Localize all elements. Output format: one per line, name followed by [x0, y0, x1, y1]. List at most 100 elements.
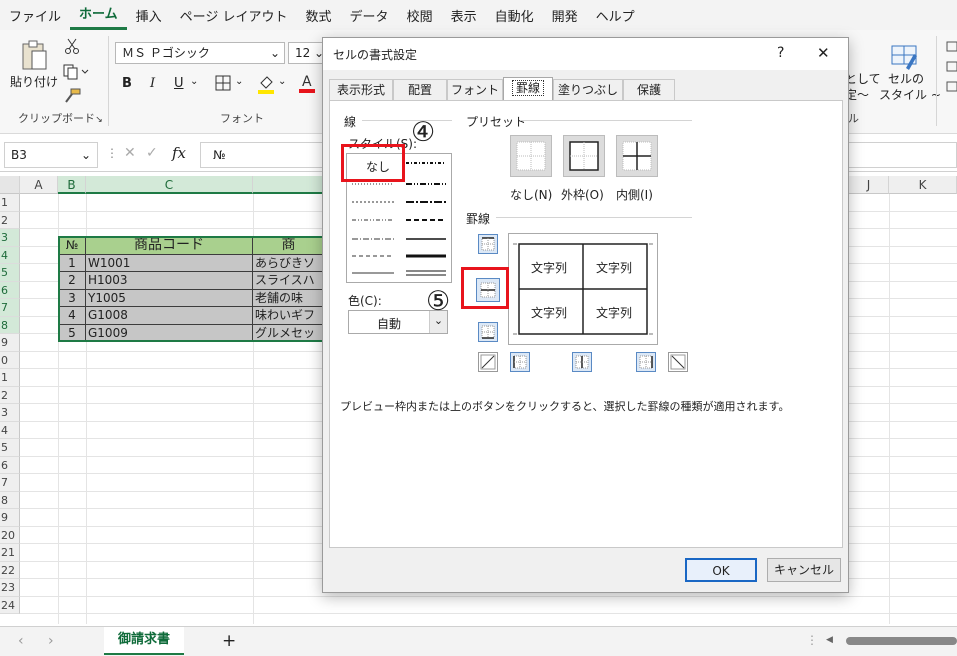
row-header[interactable]: 8	[0, 316, 20, 334]
menu-developer[interactable]: 開発	[543, 6, 587, 25]
row-header[interactable]: 23	[0, 579, 20, 597]
sheet-tab-active[interactable]: 御請求書	[104, 627, 184, 655]
tab-fill[interactable]: 塗りつぶし	[553, 79, 623, 101]
scroll-left-icon[interactable]: ◀	[826, 635, 833, 645]
menu-view[interactable]: 表示	[442, 6, 486, 25]
cell-styles-button[interactable]: セルの	[888, 70, 924, 87]
row-header[interactable]: 22	[0, 561, 20, 579]
menu-insert[interactable]: 挿入	[127, 6, 171, 25]
column-header-a[interactable]: A	[20, 176, 58, 194]
row-header[interactable]: 9	[0, 509, 20, 527]
font-color-icon[interactable]: A	[298, 72, 316, 94]
paste-button[interactable]: 貼り付け	[10, 73, 58, 90]
row-header[interactable]: 0	[0, 351, 20, 369]
cell-styles-button-2[interactable]: スタイル ~	[879, 86, 941, 103]
cut-icon[interactable]	[62, 36, 82, 56]
column-header-j[interactable]: J	[849, 176, 889, 194]
cell-styles-icon[interactable]	[886, 40, 922, 74]
border-diagonal-up-button[interactable]	[478, 352, 498, 372]
chevron-down-icon[interactable]: ⌄	[235, 76, 243, 87]
preset-none-button[interactable]	[510, 135, 552, 177]
row-header[interactable]: 4	[0, 421, 20, 439]
chevron-down-icon[interactable]: ⌄	[190, 76, 198, 87]
add-sheet-icon[interactable]: +	[222, 631, 236, 651]
row-header[interactable]: 8	[0, 491, 20, 509]
help-button[interactable]: ?	[777, 45, 784, 61]
next-sheet-icon[interactable]: ›	[48, 633, 54, 649]
underline-button[interactable]: U	[174, 76, 184, 91]
bold-button[interactable]: B	[122, 76, 132, 91]
name-box[interactable]: B3 ⌄	[4, 142, 98, 168]
ok-button[interactable]: OK	[685, 558, 757, 582]
insert-cells-icon[interactable]	[944, 38, 957, 98]
border-right-button[interactable]	[636, 352, 656, 372]
enter-icon[interactable]: ✓	[146, 145, 158, 161]
tab-alignment[interactable]: 配置	[393, 79, 447, 101]
preset-outline-button[interactable]	[563, 135, 605, 177]
tab-protection[interactable]: 保護	[623, 79, 675, 101]
cancel-button[interactable]: キャンセル	[767, 558, 841, 582]
column-header-b[interactable]: B	[58, 176, 86, 194]
row-header[interactable]: 5	[0, 264, 20, 282]
dialog-title: セルの書式設定	[333, 48, 418, 62]
italic-button[interactable]: I	[150, 76, 155, 91]
row-header[interactable]: 21	[0, 544, 20, 562]
diagonal-up-icon	[480, 354, 496, 370]
chevron-down-icon: ⌄	[269, 46, 280, 60]
copy-icon[interactable]	[60, 62, 92, 82]
menu-page-layout[interactable]: ページ レイアウト	[171, 6, 297, 25]
menu-review[interactable]: 校閲	[398, 6, 442, 25]
border-diagonal-down-button[interactable]	[668, 352, 688, 372]
row-header[interactable]: 3	[0, 404, 20, 422]
border-icon[interactable]	[212, 74, 234, 92]
preview-text-4: 文字列	[596, 306, 633, 320]
insert-function-button[interactable]: fx	[172, 144, 186, 162]
preset-inside-button[interactable]	[616, 135, 658, 177]
row-header[interactable]: 4	[0, 246, 20, 264]
tab-border[interactable]: 罫線	[503, 77, 553, 101]
row-header[interactable]: 6	[0, 456, 20, 474]
conditional-format-label[interactable]: として	[845, 70, 881, 87]
column-header-d[interactable]	[253, 176, 323, 194]
border-top-button[interactable]	[478, 234, 498, 254]
border-preview[interactable]: 文字列 文字列 文字列 文字列	[508, 233, 658, 345]
prev-sheet-icon[interactable]: ‹	[18, 633, 24, 649]
select-all-corner[interactable]	[0, 176, 20, 194]
chevron-down-icon[interactable]: ⌄	[278, 76, 286, 87]
row-header[interactable]: 1	[0, 369, 20, 387]
border-inside-vertical-button[interactable]	[572, 352, 592, 372]
tab-number[interactable]: 表示形式	[329, 79, 393, 101]
tab-border-label: 罫線	[511, 80, 544, 96]
menu-formulas[interactable]: 数式	[297, 6, 341, 25]
row-header[interactable]: 7	[0, 474, 20, 492]
tab-font[interactable]: フォント	[447, 79, 503, 101]
row-header[interactable]: 24	[0, 596, 20, 614]
paste-icon[interactable]	[18, 38, 50, 72]
border-bottom-button[interactable]	[478, 322, 498, 342]
row-header[interactable]: 7	[0, 299, 20, 317]
row-header[interactable]: 2	[0, 211, 20, 229]
dialog-launcher-icon[interactable]: ↘	[94, 115, 104, 125]
menu-automate[interactable]: 自動化	[486, 6, 543, 25]
menu-file[interactable]: ファイル	[0, 6, 70, 25]
fill-color-icon[interactable]	[256, 74, 276, 94]
row-header[interactable]: 20	[0, 526, 20, 544]
menu-home[interactable]: ホーム	[70, 0, 127, 30]
column-header-c[interactable]: C	[86, 176, 253, 194]
border-left-button[interactable]	[510, 352, 530, 372]
font-name-select[interactable]: ＭＳ Ｐゴシック ⌄	[115, 42, 285, 64]
row-header[interactable]: 3	[0, 229, 20, 247]
menu-data[interactable]: データ	[341, 6, 398, 25]
row-header[interactable]: 2	[0, 386, 20, 404]
row-header[interactable]: 9	[0, 334, 20, 352]
row-header[interactable]: 5	[0, 439, 20, 457]
horizontal-scrollbar[interactable]	[846, 637, 957, 645]
cancel-icon[interactable]: ✕	[124, 145, 136, 161]
row-header[interactable]: 6	[0, 281, 20, 299]
menu-help[interactable]: ヘルプ	[587, 6, 644, 25]
border-tab-panel: 線 スタイル(S): なし 色(C): 自動 ⌄ プリセット なし(N) 外枠(…	[329, 100, 843, 548]
row-header[interactable]: 1	[0, 194, 20, 212]
format-painter-icon[interactable]	[60, 86, 84, 106]
close-button[interactable]: ✕	[817, 44, 830, 62]
column-header-k[interactable]: K	[889, 176, 957, 194]
